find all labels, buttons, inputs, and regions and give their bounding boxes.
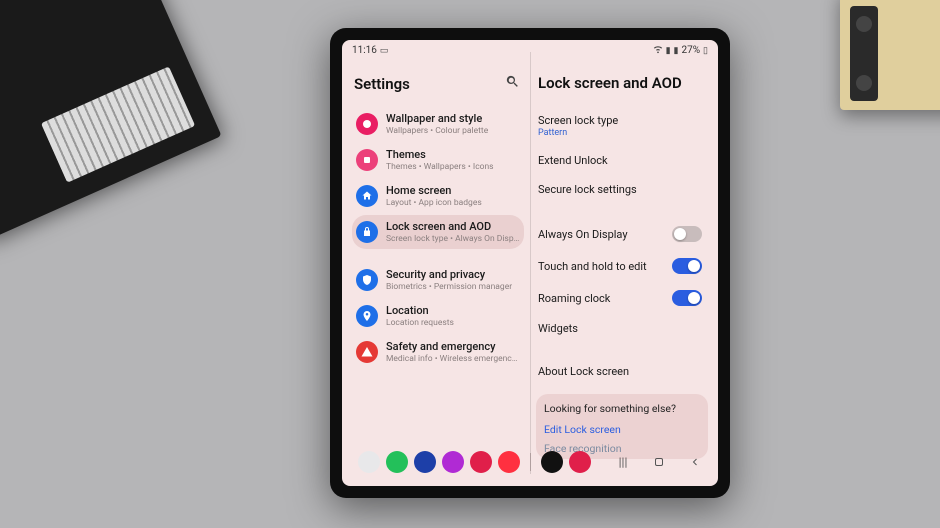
row-label: Always On Display — [538, 228, 628, 241]
item-sub: Medical info • Wireless emergency alerts — [386, 354, 520, 364]
item-sub: Themes • Wallpapers • Icons — [386, 162, 494, 172]
item-sub: Wallpapers • Colour palette — [386, 126, 488, 136]
nav-recents-button[interactable]: ||| — [616, 455, 630, 469]
settings-item-lockscreen[interactable]: Lock screen and AOD Screen lock type • A… — [352, 215, 524, 249]
home-icon — [356, 185, 378, 207]
app-icon[interactable] — [414, 451, 436, 473]
row-label: Screen lock type — [538, 114, 618, 127]
signal-icon: ▮ — [666, 46, 671, 56]
notification-icon: ▭ — [380, 46, 389, 56]
fold-crease — [530, 52, 531, 474]
row-screen-lock-type[interactable]: Screen lock type Pattern — [536, 106, 708, 146]
themes-icon — [356, 149, 378, 171]
wifi-icon — [653, 44, 663, 57]
row-label: Secure lock settings — [538, 183, 637, 196]
battery-percent: 27% — [681, 45, 700, 56]
app-icon[interactable] — [442, 451, 464, 473]
row-label: About Lock screen — [538, 365, 629, 378]
nav-back-button[interactable] — [688, 455, 702, 469]
item-label: Lock screen and AOD — [386, 220, 520, 233]
toggle-roaming[interactable] — [672, 290, 702, 306]
item-sub: Screen lock type • Always On Display — [386, 234, 520, 244]
card-question: Looking for something else? — [544, 402, 700, 415]
product-box: Galaxy Z Fold6 — [0, 0, 222, 242]
settings-item-security[interactable]: Security and privacy Biometrics • Permis… — [352, 263, 524, 297]
row-widgets[interactable]: Widgets — [536, 314, 708, 343]
settings-item-location[interactable]: Location Location requests — [352, 299, 524, 333]
row-roaming-clock[interactable]: Roaming clock — [536, 282, 708, 314]
app-phone-icon[interactable] — [386, 451, 408, 473]
app-icon[interactable] — [358, 451, 380, 473]
settings-item-safety[interactable]: Safety and emergency Medical info • Wire… — [352, 335, 524, 369]
row-label: Roaming clock — [538, 292, 610, 305]
lock-icon — [356, 221, 378, 243]
item-sub: Layout • App icon badges — [386, 198, 482, 208]
detail-title: Lock screen and AOD — [536, 66, 708, 106]
signal-icon-2: ▮ — [674, 46, 679, 56]
settings-list: Wallpaper and style Wallpapers • Colour … — [352, 107, 524, 369]
toggle-aod[interactable] — [672, 226, 702, 242]
barcode-sticker — [41, 66, 195, 182]
settings-item-wallpaper[interactable]: Wallpaper and style Wallpapers • Colour … — [352, 107, 524, 141]
item-label: Location — [386, 304, 454, 317]
palette-icon — [356, 113, 378, 135]
location-icon — [356, 305, 378, 327]
alert-icon — [356, 341, 378, 363]
link-edit-lock-screen[interactable]: Edit Lock screen — [544, 415, 700, 440]
row-about-lock[interactable]: About Lock screen — [536, 357, 708, 386]
row-extend-unlock[interactable]: Extend Unlock — [536, 146, 708, 175]
shield-icon — [356, 269, 378, 291]
row-label: Extend Unlock — [538, 154, 608, 167]
row-label: Touch and hold to edit — [538, 260, 647, 273]
hinge-hardware — [850, 6, 878, 101]
item-label: Wallpaper and style — [386, 112, 488, 125]
page-title: Settings — [354, 75, 410, 93]
row-value: Pattern — [538, 128, 618, 138]
app-icon[interactable] — [470, 451, 492, 473]
row-touch-hold[interactable]: Touch and hold to edit — [536, 250, 708, 282]
settings-item-home[interactable]: Home screen Layout • App icon badges — [352, 179, 524, 213]
item-label: Themes — [386, 148, 494, 161]
app-icon[interactable] — [569, 451, 591, 473]
tablet-device: 11:16 ▭ ▮ ▮ 27% ▯ Settings — [330, 28, 730, 498]
row-secure-lock[interactable]: Secure lock settings — [536, 175, 708, 204]
app-icon[interactable] — [541, 451, 563, 473]
status-time: 11:16 — [352, 45, 377, 56]
toggle-touch-hold[interactable] — [672, 258, 702, 274]
detail-pane: Lock screen and AOD Screen lock type Pat… — [530, 60, 718, 486]
search-icon — [505, 74, 520, 89]
nav-home-button[interactable] — [652, 455, 666, 469]
item-sub: Biometrics • Permission manager — [386, 282, 512, 292]
settings-item-themes[interactable]: Themes Themes • Wallpapers • Icons — [352, 143, 524, 177]
item-label: Home screen — [386, 184, 482, 197]
battery-icon: ▯ — [703, 46, 708, 56]
settings-pane: Settings Wallpaper and style Wallpapers … — [342, 60, 530, 486]
row-label: Widgets — [538, 322, 578, 335]
app-youtube-icon[interactable] — [498, 451, 520, 473]
search-button[interactable] — [505, 74, 520, 93]
row-aod[interactable]: Always On Display — [536, 218, 708, 250]
screen: 11:16 ▭ ▮ ▮ 27% ▯ Settings — [342, 40, 718, 486]
item-sub: Location requests — [386, 318, 454, 328]
item-label: Safety and emergency — [386, 340, 520, 353]
item-label: Security and privacy — [386, 268, 512, 281]
